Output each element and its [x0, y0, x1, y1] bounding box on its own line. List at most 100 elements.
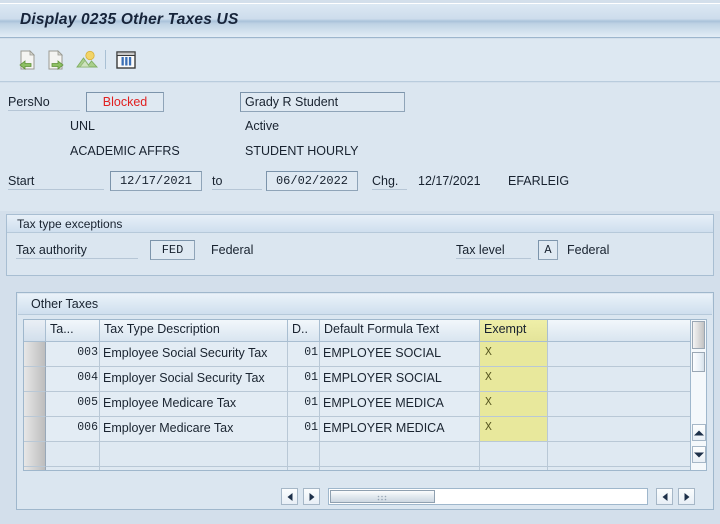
scroll-down-button[interactable]	[692, 446, 706, 463]
table-row[interactable]: 004 Employer Social Security Tax 01 EMPLOYE…	[24, 367, 692, 392]
scroll-left-button[interactable]	[281, 488, 298, 505]
tax-level-label: Tax level	[456, 243, 531, 259]
scroll-left-end-button[interactable]	[656, 488, 673, 505]
cell-exempt[interactable]	[480, 467, 548, 470]
chevron-up-icon	[694, 430, 704, 435]
column-header-exempt[interactable]: Exempt	[480, 320, 548, 342]
cell-description[interactable]: Employer Social Security Tax	[100, 367, 288, 392]
cell-exempt[interactable]: X	[480, 367, 548, 392]
chg-label: Chg.	[372, 174, 407, 190]
cell-description[interactable]	[100, 442, 288, 467]
scroll-up-button[interactable]	[692, 424, 706, 441]
tax-type-exceptions-header: Tax type exceptions	[7, 215, 713, 233]
other-taxes-title: Other Taxes	[31, 297, 99, 311]
chevron-left-end-icon	[662, 492, 667, 501]
vertical-scrollbar-thumb-secondary[interactable]	[692, 352, 705, 372]
row-select-button[interactable]	[24, 367, 46, 392]
cell-description[interactable]: Employee Social Security Tax	[100, 342, 288, 367]
cell-tax-type[interactable]: 004	[46, 367, 100, 392]
row-select-button[interactable]	[24, 467, 46, 470]
column-header-d[interactable]: D..	[288, 320, 320, 342]
cell-filler	[548, 417, 692, 442]
tax-level-text: Federal	[567, 243, 610, 257]
application-toolbar	[0, 39, 720, 82]
cell-formula[interactable]: EMPLOYER SOCIAL	[320, 367, 480, 392]
cell-description[interactable]: Employer Medicare Tax	[100, 417, 288, 442]
persno-status-field[interactable]: Blocked	[86, 92, 164, 112]
page-title: Display 0235 Other Taxes US	[20, 11, 239, 28]
chevron-down-icon	[694, 452, 704, 457]
cell-d[interactable]	[288, 467, 320, 470]
cell-d[interactable]: 01	[288, 367, 320, 392]
cell-d[interactable]: 01	[288, 342, 320, 367]
end-date-field[interactable]: 06/02/2022	[266, 171, 358, 191]
horizontal-scrollbar-track[interactable]	[328, 488, 648, 505]
table-row[interactable]: 006 Employer Medicare Tax 01 EMPLOYER MEDIC…	[24, 417, 692, 442]
chg-date-text: 12/17/2021	[418, 174, 481, 188]
vertical-scrollbar-thumb[interactable]	[692, 321, 705, 349]
chevron-right-icon	[309, 492, 314, 501]
column-header-filler	[548, 320, 692, 342]
row-select-button[interactable]	[24, 417, 46, 442]
cell-exempt[interactable]: X	[480, 417, 548, 442]
org-unit-text: UNL	[70, 119, 96, 133]
grip-dots-icon	[377, 495, 386, 501]
cell-exempt[interactable]	[480, 442, 548, 467]
persno-label: PersNo	[8, 95, 80, 111]
tax-authority-label: Tax authority	[16, 243, 138, 259]
table-vertical-scrollbar[interactable]	[690, 319, 707, 471]
select-all-corner-cell[interactable]	[24, 320, 46, 342]
other-taxes-grid: Ta... Tax Type Description D.. Default F…	[23, 319, 693, 471]
scroll-right-end-button[interactable]	[678, 488, 695, 505]
cell-exempt[interactable]: X	[480, 342, 548, 367]
tax-authority-text: Federal	[211, 243, 254, 257]
row-select-button[interactable]	[24, 392, 46, 417]
cell-formula[interactable]	[320, 442, 480, 467]
cell-formula[interactable]: EMPLOYEE SOCIAL	[320, 342, 480, 367]
employment-status-text: Active	[245, 119, 280, 133]
row-select-button[interactable]	[24, 442, 46, 467]
cell-description[interactable]	[100, 467, 288, 470]
column-header-tax-type[interactable]: Ta...	[46, 320, 100, 342]
cell-tax-type[interactable]	[46, 442, 100, 467]
cell-tax-type[interactable]: 005	[46, 392, 100, 417]
chevron-right-end-icon	[684, 492, 689, 501]
chevron-left-icon	[287, 492, 292, 501]
cell-formula[interactable]: EMPLOYER MEDICA	[320, 417, 480, 442]
cell-description[interactable]: Employee Medicare Tax	[100, 392, 288, 417]
cell-filler	[548, 367, 692, 392]
next-record-icon[interactable]	[44, 47, 70, 73]
employee-name-field[interactable]: Grady R Student	[240, 92, 405, 112]
tax-level-field[interactable]: A	[538, 240, 558, 260]
cell-formula[interactable]	[320, 467, 480, 470]
column-header-default-formula-text[interactable]: Default Formula Text	[320, 320, 480, 342]
row-select-button[interactable]	[24, 342, 46, 367]
cell-tax-type[interactable]: 003	[46, 342, 100, 367]
cell-formula[interactable]: EMPLOYEE MEDICA	[320, 392, 480, 417]
toolbar-separator	[105, 50, 106, 69]
table-row[interactable]	[24, 442, 692, 467]
cell-tax-type[interactable]	[46, 467, 100, 470]
cell-d[interactable]	[288, 442, 320, 467]
sap-application-window: Display 0235 Other Taxes US PersNo Block…	[0, 0, 720, 524]
cell-filler	[548, 342, 692, 367]
table-display-icon[interactable]	[113, 47, 139, 73]
cell-d[interactable]: 01	[288, 417, 320, 442]
start-label: Start	[8, 174, 104, 190]
table-row[interactable]: 005 Employee Medicare Tax 01 EMPLOYEE MEDIC…	[24, 392, 692, 417]
horizontal-scrollbar-thumb[interactable]	[330, 490, 435, 503]
overview-picture-icon[interactable]	[74, 47, 100, 73]
table-footer-strip	[18, 488, 712, 508]
scroll-right-button[interactable]	[303, 488, 320, 505]
cell-filler	[548, 392, 692, 417]
tax-authority-field[interactable]: FED	[150, 240, 195, 260]
column-header-tax-type-description[interactable]: Tax Type Description	[100, 320, 288, 342]
previous-record-icon[interactable]	[14, 47, 40, 73]
start-date-field[interactable]: 12/17/2021	[110, 171, 202, 191]
other-taxes-table-frame: Other Taxes Ta... Tax Type Description D…	[16, 292, 714, 510]
table-row[interactable]	[24, 467, 692, 470]
cell-d[interactable]: 01	[288, 392, 320, 417]
table-row[interactable]: 003 Employee Social Security Tax 01 EMPLOYE…	[24, 342, 692, 367]
cell-tax-type[interactable]: 006	[46, 417, 100, 442]
cell-exempt[interactable]: X	[480, 392, 548, 417]
